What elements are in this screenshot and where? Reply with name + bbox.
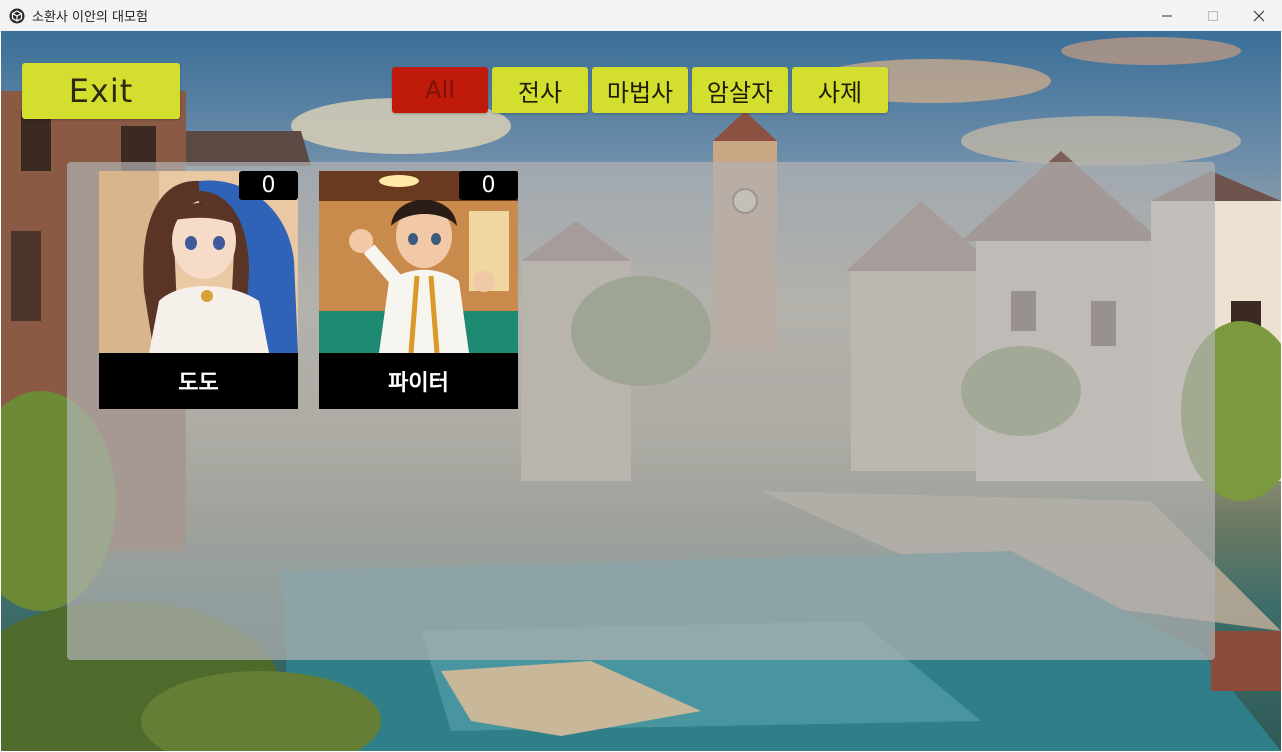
window-titlebar: 소환사 이안의 대모험 bbox=[0, 0, 1282, 32]
character-count-badge: 0 bbox=[239, 171, 298, 200]
character-card[interactable]: 0 도도 bbox=[99, 171, 298, 409]
unity-cube-icon bbox=[9, 8, 25, 24]
character-name: 도도 bbox=[100, 353, 297, 409]
character-count-badge: 0 bbox=[459, 171, 518, 200]
window-controls bbox=[1144, 0, 1282, 31]
character-name: 파이터 bbox=[320, 353, 517, 409]
class-filter-tabs: All 전사 마법사 암살자 사제 bbox=[392, 67, 892, 113]
tab-warrior[interactable]: 전사 bbox=[492, 67, 588, 113]
exit-button[interactable]: Exit bbox=[22, 63, 180, 119]
tab-all[interactable]: All bbox=[392, 67, 488, 113]
character-card[interactable]: 0 파이터 bbox=[319, 171, 518, 409]
tab-priest[interactable]: 사제 bbox=[792, 67, 888, 113]
maximize-icon bbox=[1208, 10, 1218, 21]
tab-assassin[interactable]: 암살자 bbox=[692, 67, 788, 113]
minimize-button[interactable] bbox=[1144, 0, 1190, 31]
minimize-icon bbox=[1162, 15, 1172, 16]
maximize-button[interactable] bbox=[1190, 0, 1236, 31]
tab-mage[interactable]: 마법사 bbox=[592, 67, 688, 113]
game-scene: Exit All 전사 마법사 암살자 사제 0 도도 0 파이터 bbox=[1, 31, 1281, 751]
character-list-panel: 0 도도 0 파이터 bbox=[67, 162, 1215, 660]
window-title: 소환사 이안의 대모험 bbox=[32, 10, 148, 25]
close-icon bbox=[1253, 10, 1265, 21]
close-button[interactable] bbox=[1236, 0, 1282, 31]
